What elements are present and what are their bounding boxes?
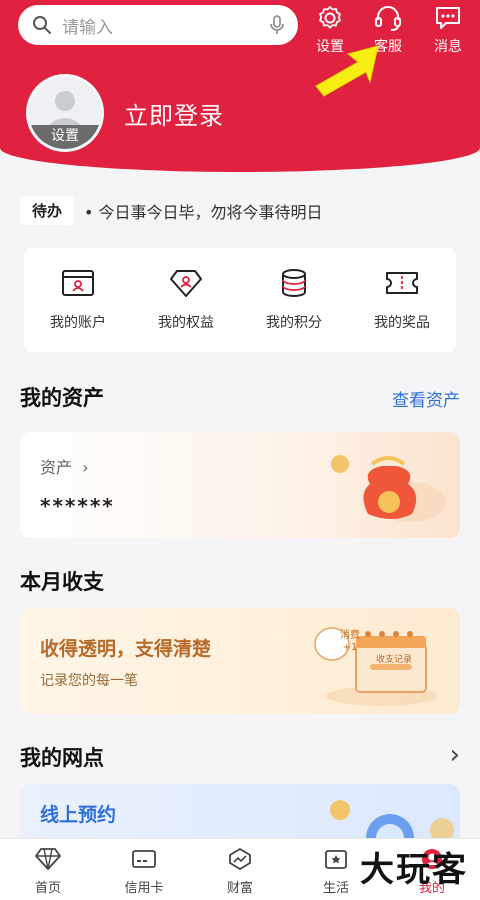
todo-tag: 待办 — [20, 196, 75, 225]
online-booking-label: 线上预约 — [40, 804, 117, 826]
watermark-text: 大玩客 — [360, 850, 468, 890]
search-input[interactable]: 请输入 — [62, 13, 270, 38]
tab-label: 信用卡 — [124, 881, 164, 896]
view-assets-link[interactable]: 查看资产 — [392, 386, 460, 411]
quick-actions: 我的账户 我的权益 我的积分 我的奖品 — [24, 248, 456, 352]
messages-button[interactable]: 消息 — [424, 4, 472, 56]
monthly-card[interactable]: 收得透明，支得清楚 记录您的每一笔 消费 +1 收支记录 — [20, 608, 460, 714]
quick-label: 我的奖品 — [374, 315, 430, 331]
diamond-icon — [35, 848, 61, 870]
tab-credit-card[interactable]: 信用卡 — [96, 839, 192, 900]
credit-card-icon — [132, 850, 156, 868]
my-rights-button[interactable]: 我的权益 — [136, 268, 236, 332]
my-prizes-button[interactable]: 我的奖品 — [352, 268, 452, 332]
branch-section-title: 我的网点 — [20, 746, 104, 770]
quick-label: 我的权益 — [158, 315, 214, 331]
search-icon — [33, 16, 51, 34]
message-label: 消息 — [434, 39, 462, 55]
record-book-label: 收支记录 — [375, 655, 412, 665]
assets-section-title: 我的资产 — [20, 386, 104, 410]
money-bag-icon — [331, 455, 446, 522]
assets-label: 资产 › — [40, 454, 89, 478]
todo-text: • 今日事今日毕，勿将今事待明日 — [84, 202, 323, 222]
monthly-section-title: 本月收支 — [20, 570, 104, 594]
microphone-icon[interactable] — [270, 15, 284, 35]
tab-label: 首页 — [34, 881, 61, 896]
assets-value: ****** — [40, 494, 115, 518]
account-icon — [62, 270, 94, 296]
rights-icon — [170, 270, 202, 297]
monthly-headline: 收得透明，支得清楚 — [40, 638, 212, 660]
consumption-badge: 消费 +1 — [340, 630, 360, 653]
monthly-subtext: 记录您的每一笔 — [40, 673, 138, 689]
chevron-right-icon[interactable]: › — [450, 740, 460, 770]
search-bar[interactable]: 请输入 — [18, 5, 298, 45]
tab-home[interactable]: 首页 — [0, 839, 96, 900]
todo-row[interactable]: 待办 • 今日事今日毕，勿将今事待明日 — [20, 196, 323, 225]
header: 请输入 设置 客服 消息 设置 立即登录 — [0, 0, 480, 172]
tab-wealth[interactable]: 财富 — [192, 839, 288, 900]
tab-label: 财富 — [226, 881, 253, 896]
avatar-settings-label: 设置 — [29, 125, 101, 149]
quick-label: 我的账户 — [50, 315, 106, 331]
message-icon — [436, 7, 460, 29]
headset-icon — [375, 6, 401, 31]
avatar[interactable]: 设置 — [26, 74, 104, 152]
prize-icon — [386, 272, 418, 294]
quick-label: 我的积分 — [266, 315, 322, 331]
gear-icon — [319, 6, 341, 29]
annotation-arrow — [315, 45, 379, 97]
assets-card[interactable]: 资产 › ****** — [20, 432, 460, 538]
assets-label-text: 资产 — [40, 458, 73, 477]
my-points-button[interactable]: 我的积分 — [244, 268, 344, 332]
login-link[interactable]: 立即登录 — [124, 96, 224, 131]
life-icon — [325, 850, 347, 869]
my-account-button[interactable]: 我的账户 — [28, 268, 128, 332]
points-icon — [282, 269, 306, 297]
chevron-right-icon: › — [82, 458, 89, 477]
wealth-icon — [229, 848, 251, 870]
